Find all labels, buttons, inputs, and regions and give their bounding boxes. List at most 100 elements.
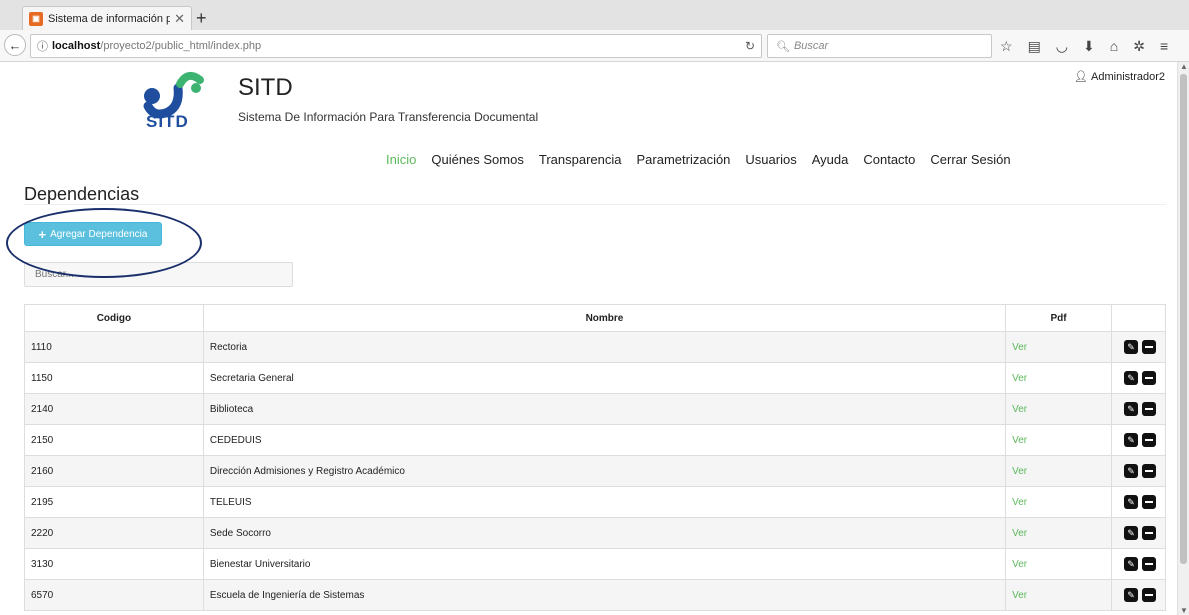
cell-actions: ✎ (1110, 517, 1167, 549)
cell-codigo: 2160 (24, 455, 204, 487)
new-tab-icon[interactable]: + (196, 8, 207, 29)
table-row: 2140 Biblioteca Ver ✎ (24, 393, 1167, 425)
cell-actions: ✎ (1110, 486, 1167, 518)
reading-list-icon[interactable]: ▤ (1028, 38, 1041, 55)
menu-item-inicio[interactable]: Inicio (386, 152, 416, 167)
ver-pdf-link[interactable]: Ver (1012, 466, 1027, 477)
main-menu: Inicio Quiénes Somos Transparencia Param… (386, 152, 1011, 167)
cell-pdf: Ver (1005, 486, 1112, 518)
extension-icon[interactable]: ✲ (1133, 38, 1145, 55)
edit-icon[interactable]: ✎ (1123, 433, 1138, 447)
browser-tab[interactable]: ▣ Sistema de información par ✕ (22, 6, 192, 30)
edit-icon[interactable]: ✎ (1123, 371, 1138, 385)
cell-pdf: Ver (1005, 455, 1112, 487)
user-name: Administrador2 (1091, 71, 1165, 83)
delete-icon[interactable] (1141, 526, 1156, 540)
back-button[interactable]: ← (4, 34, 26, 56)
delete-icon[interactable] (1141, 495, 1156, 509)
cell-pdf: Ver (1005, 517, 1112, 549)
scroll-up-icon[interactable]: ▲ (1180, 62, 1188, 71)
page-scrollbar[interactable]: ▲ ▼ (1177, 62, 1189, 615)
ver-pdf-link[interactable]: Ver (1012, 404, 1027, 415)
edit-icon[interactable]: ✎ (1123, 340, 1138, 354)
url-bar[interactable]: ⓘ localhost /proyecto2/public_html/index… (30, 34, 762, 58)
cell-codigo: 1150 (24, 362, 204, 394)
ver-pdf-link[interactable]: Ver (1012, 342, 1027, 353)
close-tab-icon[interactable]: ✕ (174, 11, 185, 27)
cell-actions: ✎ (1110, 393, 1167, 425)
menu-item-usuarios[interactable]: Usuarios (745, 152, 796, 167)
ver-pdf-link[interactable]: Ver (1012, 528, 1027, 539)
divider (24, 204, 1166, 205)
user-menu[interactable]: 👤︎ Administrador2 (1074, 70, 1165, 83)
delete-icon[interactable] (1141, 433, 1156, 447)
delete-icon[interactable] (1141, 464, 1156, 478)
cell-nombre: Escuela de Ingeniería de Sistemas (202, 579, 1007, 611)
menu-hamburger-icon[interactable]: ≡ (1160, 38, 1168, 55)
edit-icon[interactable]: ✎ (1123, 464, 1138, 478)
delete-icon[interactable] (1141, 340, 1156, 354)
table-body: 1110 Rectoria Ver ✎ 1150 Secretaria General Ve… (24, 331, 1167, 611)
menu-item-contacto[interactable]: Contacto (863, 152, 915, 167)
ver-pdf-link[interactable]: Ver (1012, 559, 1027, 570)
browser-nav-bar: ← ⓘ localhost /proyecto2/public_html/ind… (0, 30, 1189, 62)
user-icon: 👤︎ (1074, 71, 1089, 83)
logo-text: SITD (146, 112, 189, 131)
cell-actions: ✎ (1110, 424, 1167, 456)
delete-icon[interactable] (1141, 588, 1156, 602)
pocket-icon[interactable]: ◡ (1056, 38, 1068, 55)
delete-icon[interactable] (1141, 402, 1156, 416)
cell-nombre: Dirección Admisiones y Registro Académic… (202, 455, 1007, 487)
home-icon[interactable]: ⌂ (1110, 38, 1118, 55)
edit-icon[interactable]: ✎ (1123, 526, 1138, 540)
delete-icon[interactable] (1141, 557, 1156, 571)
header-nombre: Nombre (202, 304, 1007, 332)
scrollbar-thumb[interactable] (1180, 74, 1187, 564)
delete-icon[interactable] (1141, 371, 1156, 385)
menu-item-transparencia[interactable]: Transparencia (539, 152, 622, 167)
cell-actions: ✎ (1110, 455, 1167, 487)
cell-pdf: Ver (1005, 424, 1112, 456)
cell-codigo: 2220 (24, 517, 204, 549)
info-icon[interactable]: ⓘ (37, 38, 48, 54)
cell-nombre: Biblioteca (202, 393, 1007, 425)
download-icon[interactable]: ⬇ (1083, 38, 1095, 55)
ver-pdf-link[interactable]: Ver (1012, 373, 1027, 384)
cell-codigo: 6570 (24, 579, 204, 611)
cell-actions: ✎ (1110, 579, 1167, 611)
menu-item-quienes-somos[interactable]: Quiénes Somos (431, 152, 524, 167)
cell-pdf: Ver (1005, 548, 1112, 580)
table-row: 1110 Rectoria Ver ✎ (24, 331, 1167, 363)
cell-pdf: Ver (1005, 579, 1112, 611)
header-actions (1110, 304, 1167, 332)
edit-icon[interactable]: ✎ (1123, 588, 1138, 602)
ver-pdf-link[interactable]: Ver (1012, 497, 1027, 508)
menu-item-ayuda[interactable]: Ayuda (812, 152, 849, 167)
edit-icon[interactable]: ✎ (1123, 557, 1138, 571)
edit-icon[interactable]: ✎ (1123, 402, 1138, 416)
xampp-icon: ▣ (29, 11, 43, 26)
ver-pdf-link[interactable]: Ver (1012, 435, 1027, 446)
table-header-row: Codigo Nombre Pdf (24, 304, 1167, 332)
cell-nombre: Secretaria General (202, 362, 1007, 394)
table-row: 2150 CEDEDUIS Ver ✎ (24, 424, 1167, 456)
browser-tab-bar: ▣ Sistema de información par ✕ + (0, 0, 1189, 30)
cell-pdf: Ver (1005, 362, 1112, 394)
edit-icon[interactable]: ✎ (1123, 495, 1138, 509)
menu-item-cerrar-sesion[interactable]: Cerrar Sesión (930, 152, 1010, 167)
table-row: 1150 Secretaria General Ver ✎ (24, 362, 1167, 394)
menu-item-parametrizacion[interactable]: Parametrización (636, 152, 730, 167)
page-content: SITD SITD Sistema De Información Para Tr… (0, 62, 1177, 615)
bookmark-star-icon[interactable]: ☆ (1000, 38, 1013, 55)
tab-title: Sistema de información par (48, 12, 171, 25)
cell-codigo: 2150 (24, 424, 204, 456)
cell-actions: ✎ (1110, 548, 1167, 580)
browser-search-input[interactable]: 🔍︎ Buscar (767, 34, 992, 58)
table-row: 2220 Sede Socorro Ver ✎ (24, 517, 1167, 549)
site-title: SITD (238, 74, 293, 101)
url-path: /proyecto2/public_html/index.php (100, 40, 262, 52)
ver-pdf-link[interactable]: Ver (1012, 590, 1027, 601)
scroll-down-icon[interactable]: ▼ (1180, 606, 1188, 615)
reload-icon[interactable]: ↻ (745, 39, 755, 53)
search-icon: 🔍︎ (776, 40, 790, 53)
